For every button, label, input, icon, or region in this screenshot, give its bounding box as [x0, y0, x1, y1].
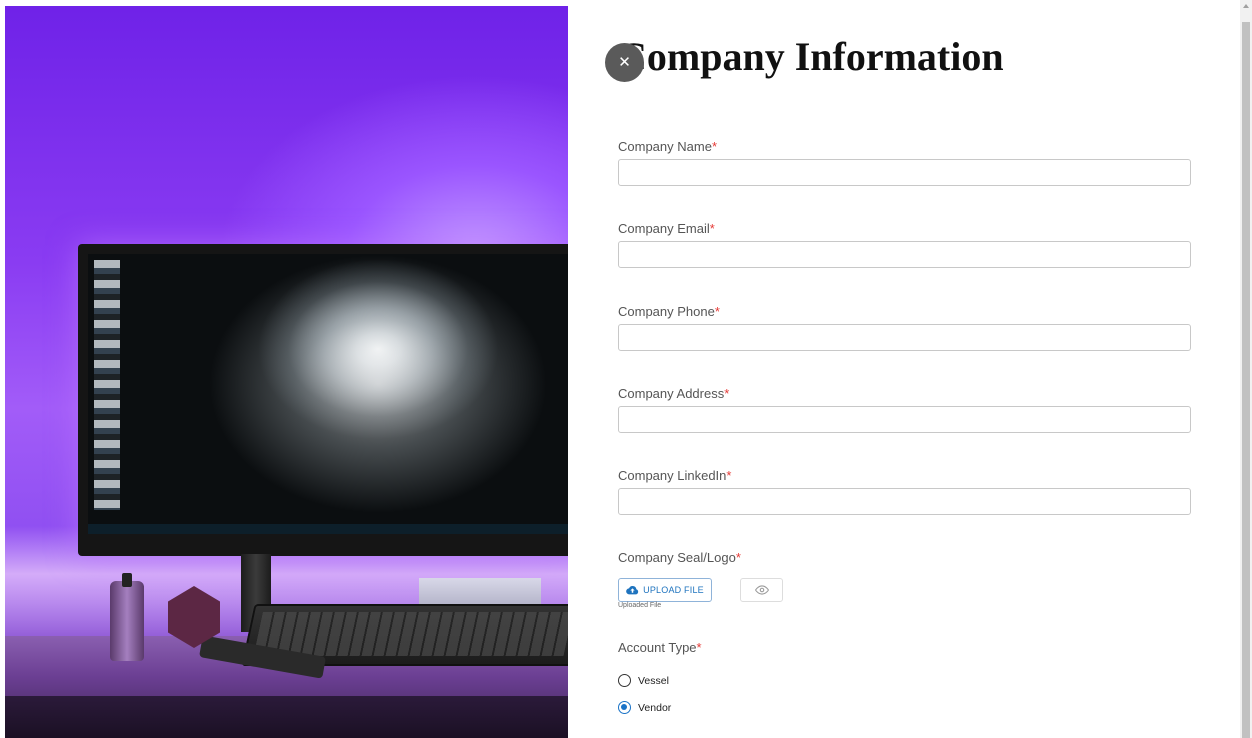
- field-label: Company Address*: [618, 386, 730, 401]
- radio-button[interactable]: [618, 674, 631, 687]
- monitor-screen: [88, 254, 568, 524]
- hero-image: [5, 6, 568, 738]
- scroll-thumb[interactable]: [1242, 22, 1250, 738]
- radio-button[interactable]: [618, 701, 631, 714]
- scroll-up-icon[interactable]: [1243, 4, 1249, 8]
- upload-file-button[interactable]: UPLOAD FILE: [618, 578, 712, 602]
- preview-button[interactable]: [740, 578, 783, 602]
- field-company-name: Company Name*: [618, 139, 1191, 186]
- field-company-linkedin: Company LinkedIn*: [618, 468, 1191, 515]
- field-label: Company Name*: [618, 139, 717, 154]
- eye-icon: [754, 585, 769, 595]
- field-label: Company Phone*: [618, 304, 720, 319]
- field-label: Account Type*: [618, 640, 702, 655]
- field-company-address: Company Address*: [618, 386, 1191, 433]
- company-phone-input[interactable]: [618, 324, 1191, 351]
- field-account-type: Account Type*: [618, 640, 1191, 655]
- uploaded-file-note: Uploaded File: [618, 602, 662, 609]
- page-title: Company Information: [618, 34, 1004, 79]
- company-email-input[interactable]: [618, 241, 1191, 268]
- upload-file-label: UPLOAD FILE: [643, 585, 704, 595]
- radio-label: Vendor: [638, 701, 672, 714]
- field-company-phone: Company Phone*: [618, 304, 1191, 351]
- company-linkedin-input[interactable]: [618, 488, 1191, 515]
- monitor: [78, 244, 568, 556]
- desktop-icons: [94, 260, 120, 510]
- radio-label: Vessel: [638, 674, 669, 687]
- field-company-email: Company Email*: [618, 221, 1191, 268]
- field-company-logo: Company Seal/Logo*: [618, 550, 1191, 565]
- company-address-input[interactable]: [618, 406, 1191, 433]
- taskbar: [88, 524, 568, 534]
- close-icon: ✕: [618, 53, 631, 71]
- cloud-upload-icon: [626, 586, 639, 595]
- radio-vendor[interactable]: Vendor: [618, 701, 671, 714]
- field-label: Company LinkedIn*: [618, 468, 732, 483]
- galaxy-wallpaper: [208, 254, 548, 514]
- company-info-form: Company Information ✕ Company Name* Comp…: [604, 0, 1244, 738]
- bottle: [110, 573, 144, 661]
- field-label: Company Seal/Logo*: [618, 550, 741, 565]
- desk-edge: [5, 696, 568, 738]
- radio-vessel[interactable]: Vessel: [618, 674, 669, 687]
- company-name-input[interactable]: [618, 159, 1191, 186]
- close-button[interactable]: ✕: [605, 43, 644, 82]
- page-scrollbar[interactable]: [1240, 0, 1252, 738]
- field-label: Company Email*: [618, 221, 715, 236]
